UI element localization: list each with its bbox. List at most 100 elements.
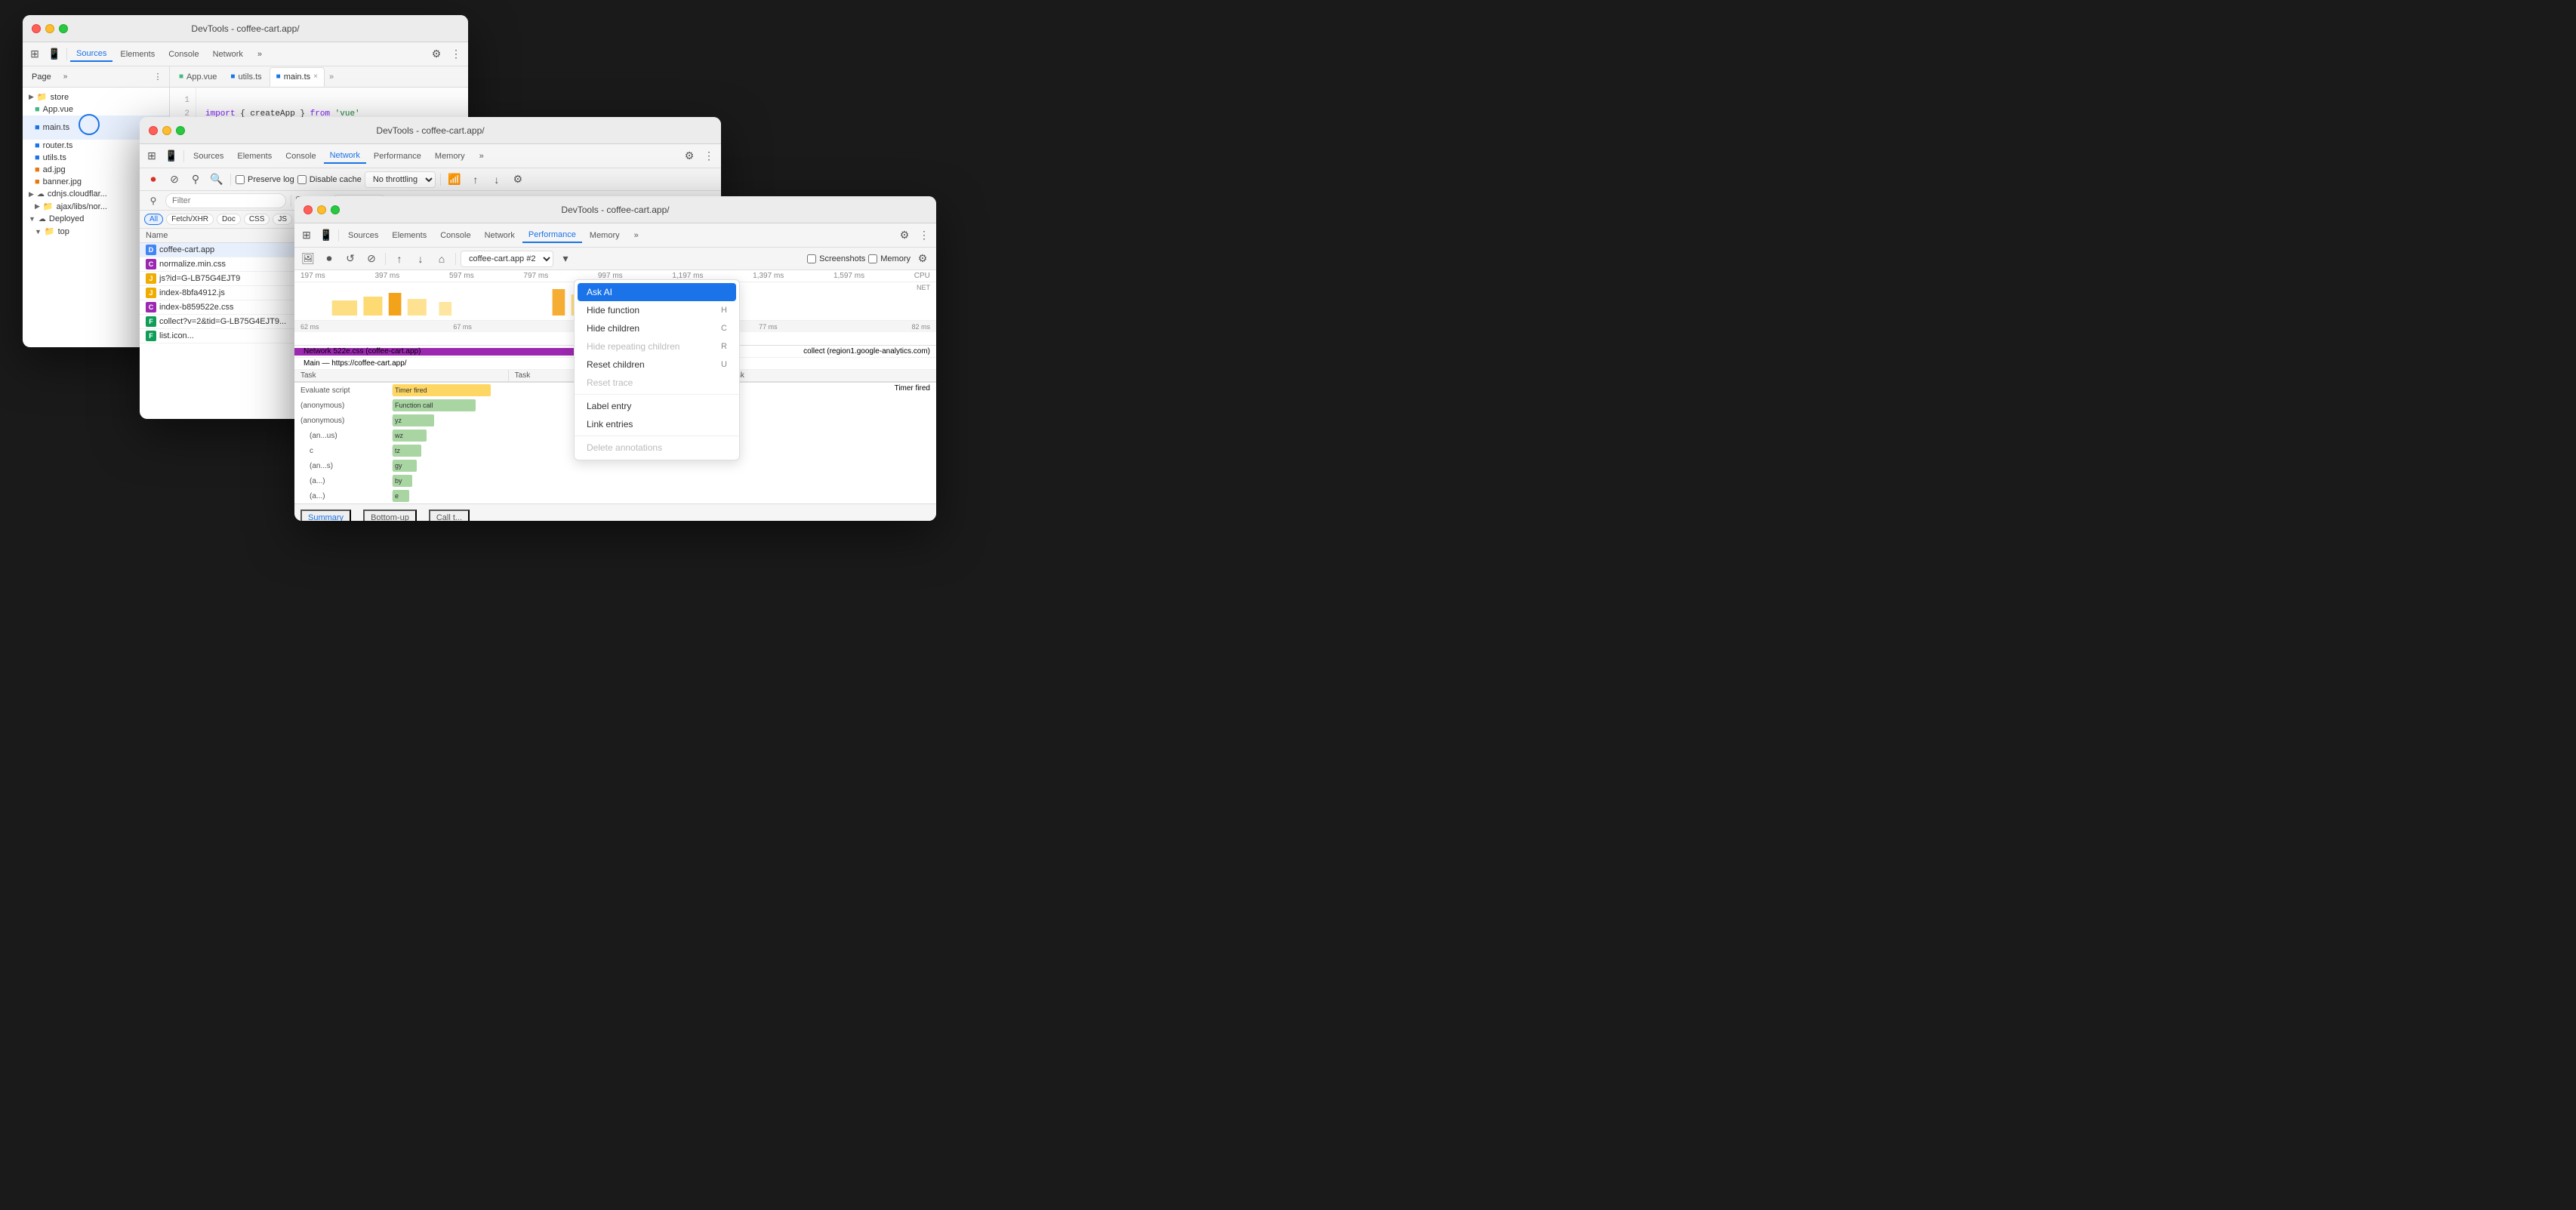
select-icon[interactable]: ⊞ bbox=[26, 45, 44, 63]
maximize-button-3[interactable] bbox=[331, 205, 340, 214]
perf-device-icon[interactable]: 📱 bbox=[317, 226, 335, 245]
ctx-link-entries[interactable]: Link entries bbox=[575, 415, 739, 433]
gy-block[interactable]: gy bbox=[393, 460, 417, 472]
profile-chevron-icon[interactable]: ▾ bbox=[556, 250, 575, 268]
ctx-hide-children[interactable]: Hide children C bbox=[575, 319, 739, 337]
perf-settings-right-icon[interactable]: ⚙ bbox=[914, 250, 932, 268]
perf-upload-icon[interactable]: ↑ bbox=[390, 250, 408, 268]
page-tab[interactable]: Page bbox=[27, 71, 56, 83]
device-icon[interactable]: 📱 bbox=[45, 45, 63, 63]
timer-fired-block[interactable]: Timer fired bbox=[393, 384, 491, 396]
screenshots-input[interactable] bbox=[807, 254, 816, 263]
by-block[interactable]: by bbox=[393, 475, 412, 487]
ctx-ask-ai[interactable]: Ask AI bbox=[578, 283, 736, 301]
close-button-1[interactable] bbox=[32, 24, 41, 33]
perf-screenshot-icon[interactable]: 🖼 bbox=[299, 250, 317, 268]
perf-settings-icon[interactable]: ⚙ bbox=[895, 226, 914, 245]
net-settings-icon[interactable]: ⚙ bbox=[680, 147, 698, 165]
ctx-label-entry[interactable]: Label entry bbox=[575, 397, 739, 415]
search-icon[interactable]: 🔍 bbox=[208, 171, 226, 189]
tab-perf-memory[interactable]: Memory bbox=[584, 229, 626, 242]
close-button-2[interactable] bbox=[149, 126, 158, 135]
maximize-button-1[interactable] bbox=[59, 24, 68, 33]
function-call-block[interactable]: Function call bbox=[393, 399, 476, 411]
disable-cache-checkbox[interactable]: Disable cache bbox=[297, 175, 362, 184]
perf-clear-icon[interactable]: ⊘ bbox=[362, 250, 381, 268]
flame-bars-ans[interactable]: gy bbox=[393, 458, 936, 473]
more-tabs-icon[interactable]: » bbox=[251, 45, 269, 63]
settings-icon-1[interactable]: ⚙ bbox=[427, 45, 445, 63]
minimize-button-1[interactable] bbox=[45, 24, 54, 33]
net-more-options-icon[interactable]: ⋮ bbox=[700, 147, 718, 165]
wz-block[interactable]: wz bbox=[393, 430, 427, 442]
net-settings-right-icon[interactable]: ⚙ bbox=[509, 171, 527, 189]
tab-net-network[interactable]: Network bbox=[324, 149, 366, 164]
bottom-up-tab[interactable]: Bottom-up bbox=[363, 510, 417, 522]
disable-cache-input[interactable] bbox=[297, 175, 307, 184]
upload-icon[interactable]: ↑ bbox=[467, 171, 485, 189]
yz-block[interactable]: yz bbox=[393, 414, 434, 426]
net-device-icon[interactable]: 📱 bbox=[162, 147, 180, 165]
filesystem-tab[interactable]: » bbox=[59, 71, 72, 82]
tab-network[interactable]: Network bbox=[207, 48, 249, 61]
record-icon[interactable]: ⏺ bbox=[144, 171, 162, 189]
preserve-log-input[interactable] bbox=[236, 175, 245, 184]
flame-bars-a2[interactable]: e bbox=[393, 488, 936, 503]
perf-more-options-icon[interactable]: ⋮ bbox=[915, 226, 933, 245]
tab-net-performance[interactable]: Performance bbox=[368, 149, 427, 163]
type-fetch-btn[interactable]: Fetch/XHR bbox=[166, 214, 214, 225]
ctx-reset-children[interactable]: Reset children U bbox=[575, 356, 739, 374]
tab-perf-performance[interactable]: Performance bbox=[522, 228, 582, 243]
tz-block[interactable]: tz bbox=[393, 445, 421, 457]
tab-sources[interactable]: Sources bbox=[70, 47, 112, 62]
perf-record-icon[interactable]: ⏺ bbox=[320, 250, 338, 268]
tab-net-memory[interactable]: Memory bbox=[429, 149, 471, 163]
perf-home-icon[interactable]: ⌂ bbox=[433, 250, 451, 268]
clear-icon[interactable]: ⊘ bbox=[165, 171, 183, 189]
type-all-btn[interactable]: All bbox=[144, 214, 163, 225]
tab-perf-sources[interactable]: Sources bbox=[342, 229, 384, 242]
tree-item-appvue[interactable]: ■ App.vue bbox=[23, 103, 169, 115]
minimize-button-2[interactable] bbox=[162, 126, 171, 135]
net-more-tabs-icon[interactable]: » bbox=[473, 147, 491, 165]
wifi-icon[interactable]: 📶 bbox=[445, 171, 464, 189]
memory-input[interactable] bbox=[868, 254, 877, 263]
more-options-icon-1[interactable]: ⋮ bbox=[447, 45, 465, 63]
download-icon[interactable]: ↓ bbox=[488, 171, 506, 189]
editor-tab-maints[interactable]: ■ main.ts × bbox=[270, 67, 325, 87]
throttling-select[interactable]: No throttling bbox=[365, 171, 436, 188]
perf-download-icon[interactable]: ↓ bbox=[411, 250, 430, 268]
tab-net-sources[interactable]: Sources bbox=[187, 149, 230, 163]
sidebar-more-icon[interactable]: ⋮ bbox=[151, 70, 165, 84]
tab-perf-console[interactable]: Console bbox=[434, 229, 476, 242]
tab-elements[interactable]: Elements bbox=[114, 48, 161, 61]
tree-item-store[interactable]: ▶ 📁 store bbox=[23, 91, 169, 103]
summary-tab[interactable]: Summary bbox=[300, 510, 351, 522]
perf-reload-icon[interactable]: ↺ bbox=[341, 250, 359, 268]
perf-select-icon[interactable]: ⊞ bbox=[297, 226, 316, 245]
more-editor-tabs-icon[interactable]: » bbox=[329, 72, 334, 82]
call-tree-tab[interactable]: Call t... bbox=[429, 510, 470, 522]
tab-perf-elements[interactable]: Elements bbox=[386, 229, 433, 242]
close-tab-icon[interactable]: × bbox=[313, 72, 318, 81]
maximize-button-2[interactable] bbox=[176, 126, 185, 135]
profile-select[interactable]: coffee-cart.app #2 bbox=[461, 251, 553, 267]
editor-tab-appvue[interactable]: ■ App.vue bbox=[173, 67, 223, 87]
tab-net-elements[interactable]: Elements bbox=[231, 149, 278, 163]
editor-tab-utilsts[interactable]: ■ utils.ts bbox=[224, 67, 267, 87]
tab-perf-network[interactable]: Network bbox=[479, 229, 521, 242]
perf-more-tabs-icon[interactable]: » bbox=[627, 226, 646, 245]
screenshots-checkbox[interactable]: Screenshots bbox=[807, 254, 865, 263]
minimize-button-3[interactable] bbox=[317, 205, 326, 214]
tab-net-console[interactable]: Console bbox=[279, 149, 322, 163]
e-block[interactable]: e bbox=[393, 490, 409, 502]
close-button-3[interactable] bbox=[304, 205, 313, 214]
ctx-hide-function[interactable]: Hide function H bbox=[575, 301, 739, 319]
type-css-btn[interactable]: CSS bbox=[244, 214, 270, 225]
flame-bars-a1[interactable]: by bbox=[393, 473, 936, 488]
tab-console[interactable]: Console bbox=[162, 48, 205, 61]
net-select-icon[interactable]: ⊞ bbox=[143, 147, 161, 165]
filter-input[interactable] bbox=[165, 193, 286, 208]
preserve-log-checkbox[interactable]: Preserve log bbox=[236, 175, 294, 184]
type-doc-btn[interactable]: Doc bbox=[217, 214, 241, 225]
